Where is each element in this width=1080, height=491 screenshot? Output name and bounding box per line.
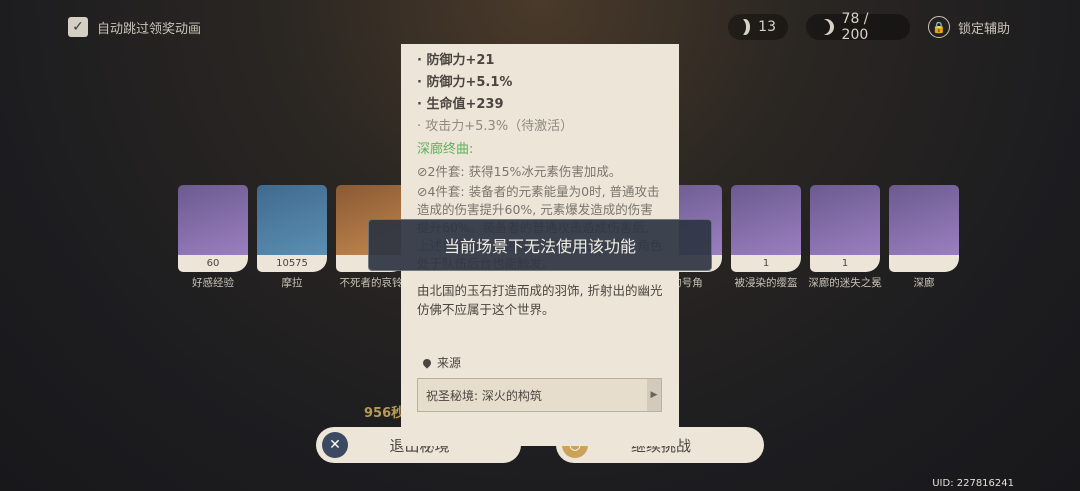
- artifact-substat: · 生命值+239: [417, 97, 504, 112]
- artifact-substat: · 防御力+21: [417, 53, 495, 68]
- toast-message: 当前场景下无法使用该功能: [368, 219, 712, 271]
- reward-item-count: 1: [810, 255, 880, 272]
- reward-item-name: 被浸染的缨盔: [734, 277, 798, 289]
- fragile-resin-counter[interactable]: 13: [728, 14, 788, 40]
- reward-item-icon: [178, 185, 248, 255]
- reward-item-count: 10575: [257, 255, 327, 272]
- resin-moon-icon: [818, 19, 834, 35]
- reward-item-count: 1: [731, 255, 801, 272]
- reward-item-icon: [731, 185, 801, 255]
- artifact-set-name: 深廊终曲:: [417, 142, 474, 157]
- reward-item-icon: [889, 185, 959, 255]
- reward-item[interactable]: 深廊: [889, 185, 959, 289]
- artifact-substat: · 防御力+5.1%: [417, 75, 513, 90]
- source-domain-button[interactable]: 祝圣秘境: 深火的构筑 ▶: [417, 378, 662, 412]
- reward-item[interactable]: 10575 摩拉: [257, 185, 327, 289]
- source-label: 来源: [437, 356, 462, 370]
- auto-skip-toggle[interactable]: ✓ 自动跳过领奖动画: [68, 17, 201, 37]
- original-resin-counter[interactable]: 78 / 200: [806, 11, 910, 43]
- reward-item-icon: [257, 185, 327, 255]
- reward-item[interactable]: 1 被浸染的缨盔: [731, 185, 801, 289]
- reward-item-name: 深廊的迷失之冕: [808, 277, 882, 289]
- uid-label: UID: 227816241: [932, 478, 1014, 489]
- reward-item[interactable]: 60 好感经验: [178, 185, 248, 289]
- lock-assist-button[interactable]: 🔒 锁定辅助: [928, 16, 1010, 38]
- reward-item-card: 1: [810, 185, 880, 272]
- set-bonus-2pc: ⊘2件套: 获得15%冰元素伤害加成。: [417, 164, 622, 179]
- reward-item-card: 10575: [257, 185, 327, 272]
- artifact-inactive-substat: · 攻击力+5.3%（待激活）: [417, 119, 574, 134]
- source-heading: 来源: [421, 354, 462, 371]
- original-resin-value: 78 / 200: [841, 11, 869, 43]
- reward-item-card: 1: [731, 185, 801, 272]
- close-icon: ✕: [322, 432, 348, 458]
- reward-item-name: 摩拉: [281, 277, 303, 289]
- reward-item[interactable]: 1 深廊的迷失之冕: [808, 185, 882, 289]
- fragile-resin-value: 13: [758, 19, 776, 35]
- resin-moon-icon: [740, 19, 750, 35]
- reward-item-count: 60: [178, 255, 248, 272]
- play-arrow-icon: ▶: [647, 379, 661, 411]
- reward-item-card: [889, 185, 959, 272]
- artifact-lore: 由北国的玉石打造而成的羽饰, 折射出的幽光仿佛不应属于这个世界。: [417, 283, 663, 317]
- reward-item-name: 深廊: [913, 277, 935, 289]
- reward-item-count: [889, 255, 959, 272]
- top-bar: ✓ 自动跳过领奖动画 13 78 / 200 🔒 锁定辅助: [0, 11, 1080, 44]
- reward-item-icon: [810, 185, 880, 255]
- lock-icon: 🔒: [928, 16, 950, 38]
- reward-item-card: 60: [178, 185, 248, 272]
- lock-assist-label: 锁定辅助: [958, 21, 1011, 37]
- reward-item-name: 好感经验: [192, 277, 234, 289]
- location-pin-icon: [421, 356, 433, 369]
- timer-text: 956秒: [364, 406, 405, 421]
- source-domain-label: 祝圣秘境: 深火的构筑: [426, 388, 542, 403]
- auto-skip-checkbox[interactable]: ✓: [68, 17, 88, 37]
- auto-skip-label: 自动跳过领奖动画: [97, 21, 202, 37]
